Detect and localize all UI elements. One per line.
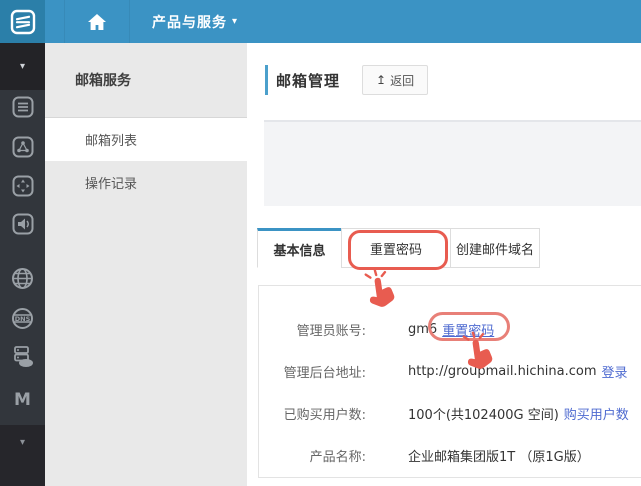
network-nodes-icon bbox=[12, 136, 33, 158]
tab-basic-info[interactable]: 基本信息 bbox=[257, 228, 342, 268]
detail-value: http://groupmail.hichina.com bbox=[408, 363, 597, 379]
login-link[interactable]: 登录 bbox=[602, 362, 628, 381]
detail-value: 100个(共102400G 空间) bbox=[408, 407, 559, 423]
detail-label: 管理员账号: bbox=[296, 323, 366, 339]
chevron-down-icon: ▾ bbox=[232, 16, 239, 27]
tab-label: 基本信息 bbox=[273, 243, 326, 259]
return-arrow-icon: ↥ bbox=[376, 73, 387, 87]
detail-value: 企业邮箱集团版1T （原1G版） bbox=[408, 449, 590, 465]
tab-label: 重置密码 bbox=[369, 242, 422, 258]
sidebar-title: 邮箱服务 bbox=[45, 43, 247, 118]
main-content: 邮箱管理 ↥ 返回 基本信息 重置密码 创建邮件域名 管理员账号: gm6 重置… bbox=[247, 43, 641, 486]
page-header: 邮箱管理 ↥ 返回 bbox=[265, 65, 429, 95]
cloud-logo-icon bbox=[10, 9, 35, 34]
sidebar: 邮箱服务 邮箱列表 操作记录 bbox=[45, 43, 247, 486]
detail-label: 产品名称: bbox=[309, 449, 366, 465]
rail-item-voice[interactable] bbox=[0, 211, 45, 237]
product-list-icon bbox=[12, 96, 33, 118]
basic-info-panel: 管理员账号: gm6 重置密码 管理后台地址: http://groupmail… bbox=[258, 285, 641, 478]
sidebar-item-label: 操作记录 bbox=[85, 177, 138, 192]
m-logo-icon: M bbox=[14, 390, 31, 410]
detail-row-product-name: 产品名称: 企业邮箱集团版1T （原1G版） bbox=[259, 434, 641, 476]
reset-password-link[interactable]: 重置密码 bbox=[442, 320, 494, 339]
caret-down-icon: ▾ bbox=[19, 437, 26, 448]
rail-collapse-button[interactable]: ▾ bbox=[0, 43, 45, 90]
compass-arrows-icon bbox=[12, 175, 33, 197]
tab-reset-password[interactable]: 重置密码 bbox=[341, 228, 451, 268]
tab-label: 创建邮件域名 bbox=[455, 242, 534, 258]
sidebar-item-label: 邮箱列表 bbox=[85, 134, 138, 149]
tab-create-mail-domain[interactable]: 创建邮件域名 bbox=[450, 228, 540, 268]
home-icon bbox=[88, 13, 106, 30]
detail-label: 管理后台地址: bbox=[283, 365, 366, 381]
rail-item-global[interactable] bbox=[0, 265, 45, 291]
page-title: 邮箱管理 bbox=[276, 71, 341, 90]
sidebar-item-operation-log[interactable]: 操作记录 bbox=[45, 161, 247, 204]
dns-globe-icon: DNS bbox=[12, 307, 33, 329]
back-button-label: 返回 bbox=[390, 73, 415, 88]
buy-users-link[interactable]: 购买用户数 bbox=[564, 404, 629, 423]
rail-item-scaling[interactable] bbox=[0, 173, 45, 199]
icon-rail: ▾ DNS M ▾ bbox=[0, 43, 45, 486]
products-services-menu[interactable]: 产品与服务 ▾ bbox=[128, 0, 262, 43]
toolbar-panel bbox=[264, 120, 641, 206]
rail-item-product-list[interactable] bbox=[0, 94, 45, 120]
rail-item-network[interactable] bbox=[0, 134, 45, 160]
voice-icon bbox=[12, 213, 33, 235]
detail-row-purchased-users: 已购买用户数: 100个(共102400G 空间) 购买用户数 bbox=[259, 392, 641, 434]
rail-item-m-service[interactable]: M bbox=[0, 387, 45, 413]
detail-value: gm6 bbox=[408, 321, 438, 337]
detail-row-admin-account: 管理员账号: gm6 重置密码 bbox=[259, 308, 641, 350]
rail-item-dns[interactable]: DNS bbox=[0, 305, 45, 331]
svg-text:DNS: DNS bbox=[15, 314, 31, 322]
detail-row-admin-url: 管理后台地址: http://groupmail.hichina.com 登录 bbox=[259, 350, 641, 392]
sidebar-item-mailbox-list[interactable]: 邮箱列表 bbox=[45, 118, 247, 161]
server-cloud-icon bbox=[13, 346, 33, 367]
brand-logo[interactable] bbox=[0, 0, 45, 43]
products-services-label: 产品与服务 bbox=[152, 14, 227, 31]
title-accent-bar bbox=[265, 65, 268, 95]
screen: 产品与服务 ▾ ▾ DNS M ▾ 邮箱服务 邮箱列表 操作记录 邮箱管理 ↥ … bbox=[0, 0, 641, 486]
home-button[interactable] bbox=[64, 0, 130, 43]
rail-expand-button[interactable]: ▾ bbox=[0, 425, 45, 486]
globe-icon bbox=[12, 267, 33, 289]
rail-item-server-cloud[interactable] bbox=[0, 343, 45, 369]
caret-down-icon: ▾ bbox=[19, 61, 26, 72]
top-navbar: 产品与服务 ▾ bbox=[0, 0, 641, 43]
tab-bar: 基本信息 重置密码 创建邮件域名 bbox=[257, 228, 540, 268]
back-button[interactable]: ↥ 返回 bbox=[362, 65, 429, 95]
detail-label: 已购买用户数: bbox=[283, 407, 366, 423]
